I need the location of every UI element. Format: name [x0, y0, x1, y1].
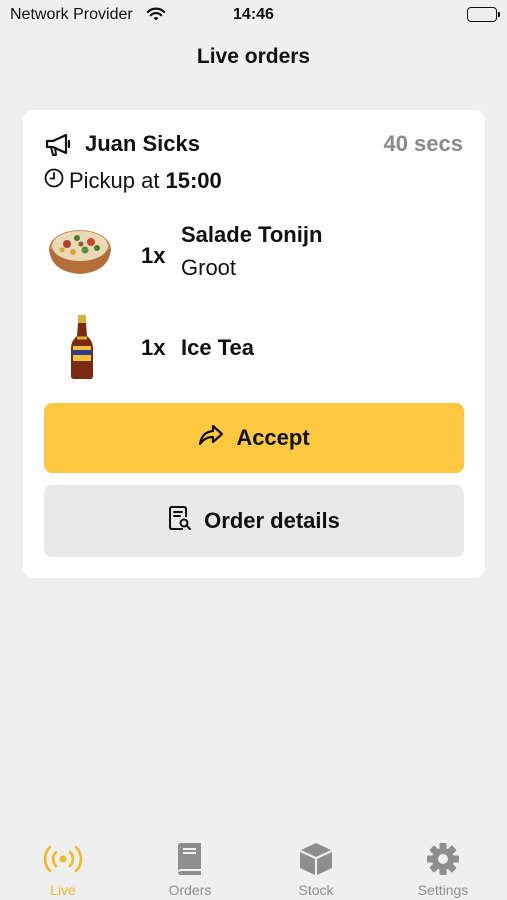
tab-label: Orders — [168, 882, 212, 898]
accept-button[interactable]: Accept — [44, 403, 464, 473]
order-card: Juan Sicks 40 secs Pickup at 15:00 1x Sa… — [23, 110, 485, 578]
page-title: Live orders — [196, 45, 311, 68]
pickup-time: 15:00 — [165, 168, 222, 193]
megaphone-icon — [44, 132, 74, 163]
order-details-label: Order details — [204, 508, 340, 533]
elapsed-time: 40 secs — [383, 131, 463, 156]
gear-icon — [393, 842, 493, 876]
tab-settings[interactable]: Settings — [393, 834, 493, 900]
status-bar: Network Provider 14:46 — [0, 0, 507, 32]
tab-orders[interactable]: Orders — [140, 834, 240, 900]
item-quantity: 1x — [141, 335, 166, 360]
clock-icon — [44, 168, 64, 194]
item-quantity: 1x — [141, 243, 166, 268]
broadcast-icon — [13, 842, 113, 876]
book-icon — [140, 842, 240, 876]
live-orders-screen: Network Provider 14:46 Live orders Juan … — [0, 0, 507, 900]
item-variant: Groot — [181, 255, 237, 280]
tab-stock[interactable]: Stock — [266, 834, 366, 900]
accept-label: Accept — [236, 425, 310, 450]
pickup-info: Pickup at 15:00 — [44, 168, 222, 194]
status-time: 14:46 — [233, 6, 274, 23]
battery-icon — [467, 7, 500, 22]
share-arrow-icon — [198, 424, 236, 452]
salad-bowl-image — [47, 220, 113, 283]
ice-tea-bottle-image — [69, 314, 95, 385]
tab-live[interactable]: Live — [13, 834, 113, 900]
item-name: Salade Tonijn — [181, 222, 323, 247]
tab-label: Live — [50, 882, 76, 898]
item-name: Ice Tea — [181, 335, 254, 360]
tab-bar: Live Orders Stock Settings — [0, 834, 507, 900]
document-search-icon — [168, 505, 204, 537]
customer-name: Juan Sicks — [85, 131, 200, 156]
tab-label: Stock — [298, 882, 334, 898]
box-icon — [266, 842, 366, 876]
tab-label: Settings — [417, 882, 469, 898]
pickup-label: Pickup at — [69, 168, 160, 193]
order-details-button[interactable]: Order details — [44, 485, 464, 557]
